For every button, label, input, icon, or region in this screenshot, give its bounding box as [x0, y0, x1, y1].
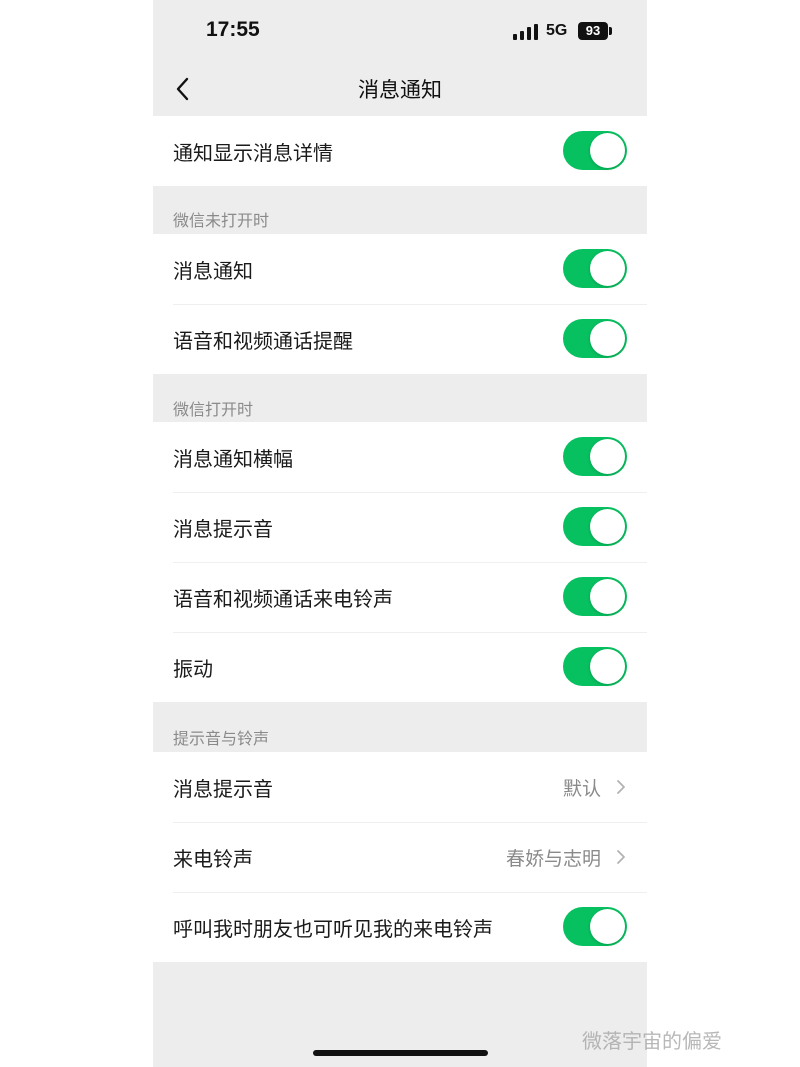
setting-row-banner: 消息通知横幅: [153, 422, 647, 492]
setting-label: 消息通知: [173, 259, 253, 283]
toggle-knob: [590, 649, 625, 684]
home-indicator[interactable]: [313, 1050, 488, 1056]
toggle-knob: [590, 251, 625, 286]
signal-icon: [513, 24, 538, 40]
setting-label: 通知显示消息详情: [173, 141, 333, 165]
toggle-knob: [590, 579, 625, 614]
settings-group-wechat-open: 消息通知横幅 消息提示音 语音和视频通话来电铃声 振动: [153, 422, 647, 702]
chevron-right-icon: [617, 850, 625, 864]
battery-icon: 93: [578, 22, 608, 40]
setting-label: 语音和视频通话提醒: [173, 329, 353, 353]
chevron-right-icon: [617, 780, 625, 794]
section-header-sounds: 提示音与铃声: [173, 729, 270, 748]
toggle-switch[interactable]: [563, 647, 627, 686]
section-header-wechat-closed: 微信未打开时: [173, 211, 270, 230]
network-type: 5G: [546, 22, 568, 39]
section-header-wechat-open: 微信打开时: [173, 400, 254, 419]
setting-row-message-sound: 消息提示音: [153, 492, 647, 562]
setting-row-call-reminder: 语音和视频通话提醒: [153, 304, 647, 374]
battery-tip: [609, 27, 612, 35]
setting-label: 语音和视频通话来电铃声: [173, 587, 393, 611]
toggle-switch[interactable]: [563, 577, 627, 616]
setting-row-notification-details: 通知显示消息详情: [153, 116, 647, 186]
setting-row-share-ringtone: 呼叫我时朋友也可听见我的来电铃声: [153, 892, 647, 962]
setting-row-call-ringtone: 语音和视频通话来电铃声: [153, 562, 647, 632]
toggle-switch[interactable]: [563, 507, 627, 546]
page-title: 消息通知: [358, 78, 442, 102]
toggle-knob: [590, 321, 625, 356]
setting-label: 呼叫我时朋友也可听见我的来电铃声: [173, 917, 493, 941]
toggle-switch[interactable]: [563, 907, 627, 946]
toggle-switch[interactable]: [563, 249, 627, 288]
toggle-switch[interactable]: [563, 437, 627, 476]
setting-label: 来电铃声: [173, 847, 253, 871]
toggle-switch[interactable]: [563, 319, 627, 358]
phone-screen: 17:55 5G 93 消息通知 通知显示消息详情 微信未打开时 消息通知 语音…: [153, 0, 647, 1067]
toggle-knob: [590, 909, 625, 944]
setting-row-message-tone[interactable]: 消息提示音 默认: [153, 752, 647, 822]
setting-row-ringtone[interactable]: 来电铃声 春娇与志明: [153, 822, 647, 892]
setting-label: 消息提示音: [173, 517, 273, 541]
toggle-knob: [590, 439, 625, 474]
status-time: 17:55: [206, 18, 260, 41]
status-bar: 17:55 5G 93: [153, 0, 647, 62]
settings-group-wechat-closed: 消息通知 语音和视频通话提醒: [153, 234, 647, 374]
settings-group-general: 通知显示消息详情: [153, 116, 647, 186]
setting-label: 消息通知横幅: [173, 447, 293, 471]
setting-row-vibration: 振动: [153, 632, 647, 702]
watermark: 微落宇宙的偏爱: [582, 1029, 722, 1053]
toggle-switch[interactable]: [563, 131, 627, 170]
toggle-knob: [590, 509, 625, 544]
setting-label: 消息提示音: [173, 777, 273, 801]
navigation-bar: 消息通知: [153, 62, 647, 116]
toggle-knob: [590, 133, 625, 168]
setting-value: 春娇与志明: [505, 848, 601, 870]
setting-row-message-notification: 消息通知: [153, 234, 647, 304]
setting-value: 默认: [562, 778, 601, 800]
setting-label: 振动: [173, 657, 213, 681]
settings-group-sounds: 消息提示音 默认 来电铃声 春娇与志明 呼叫我时朋友也可听见我的来电铃声: [153, 752, 647, 962]
